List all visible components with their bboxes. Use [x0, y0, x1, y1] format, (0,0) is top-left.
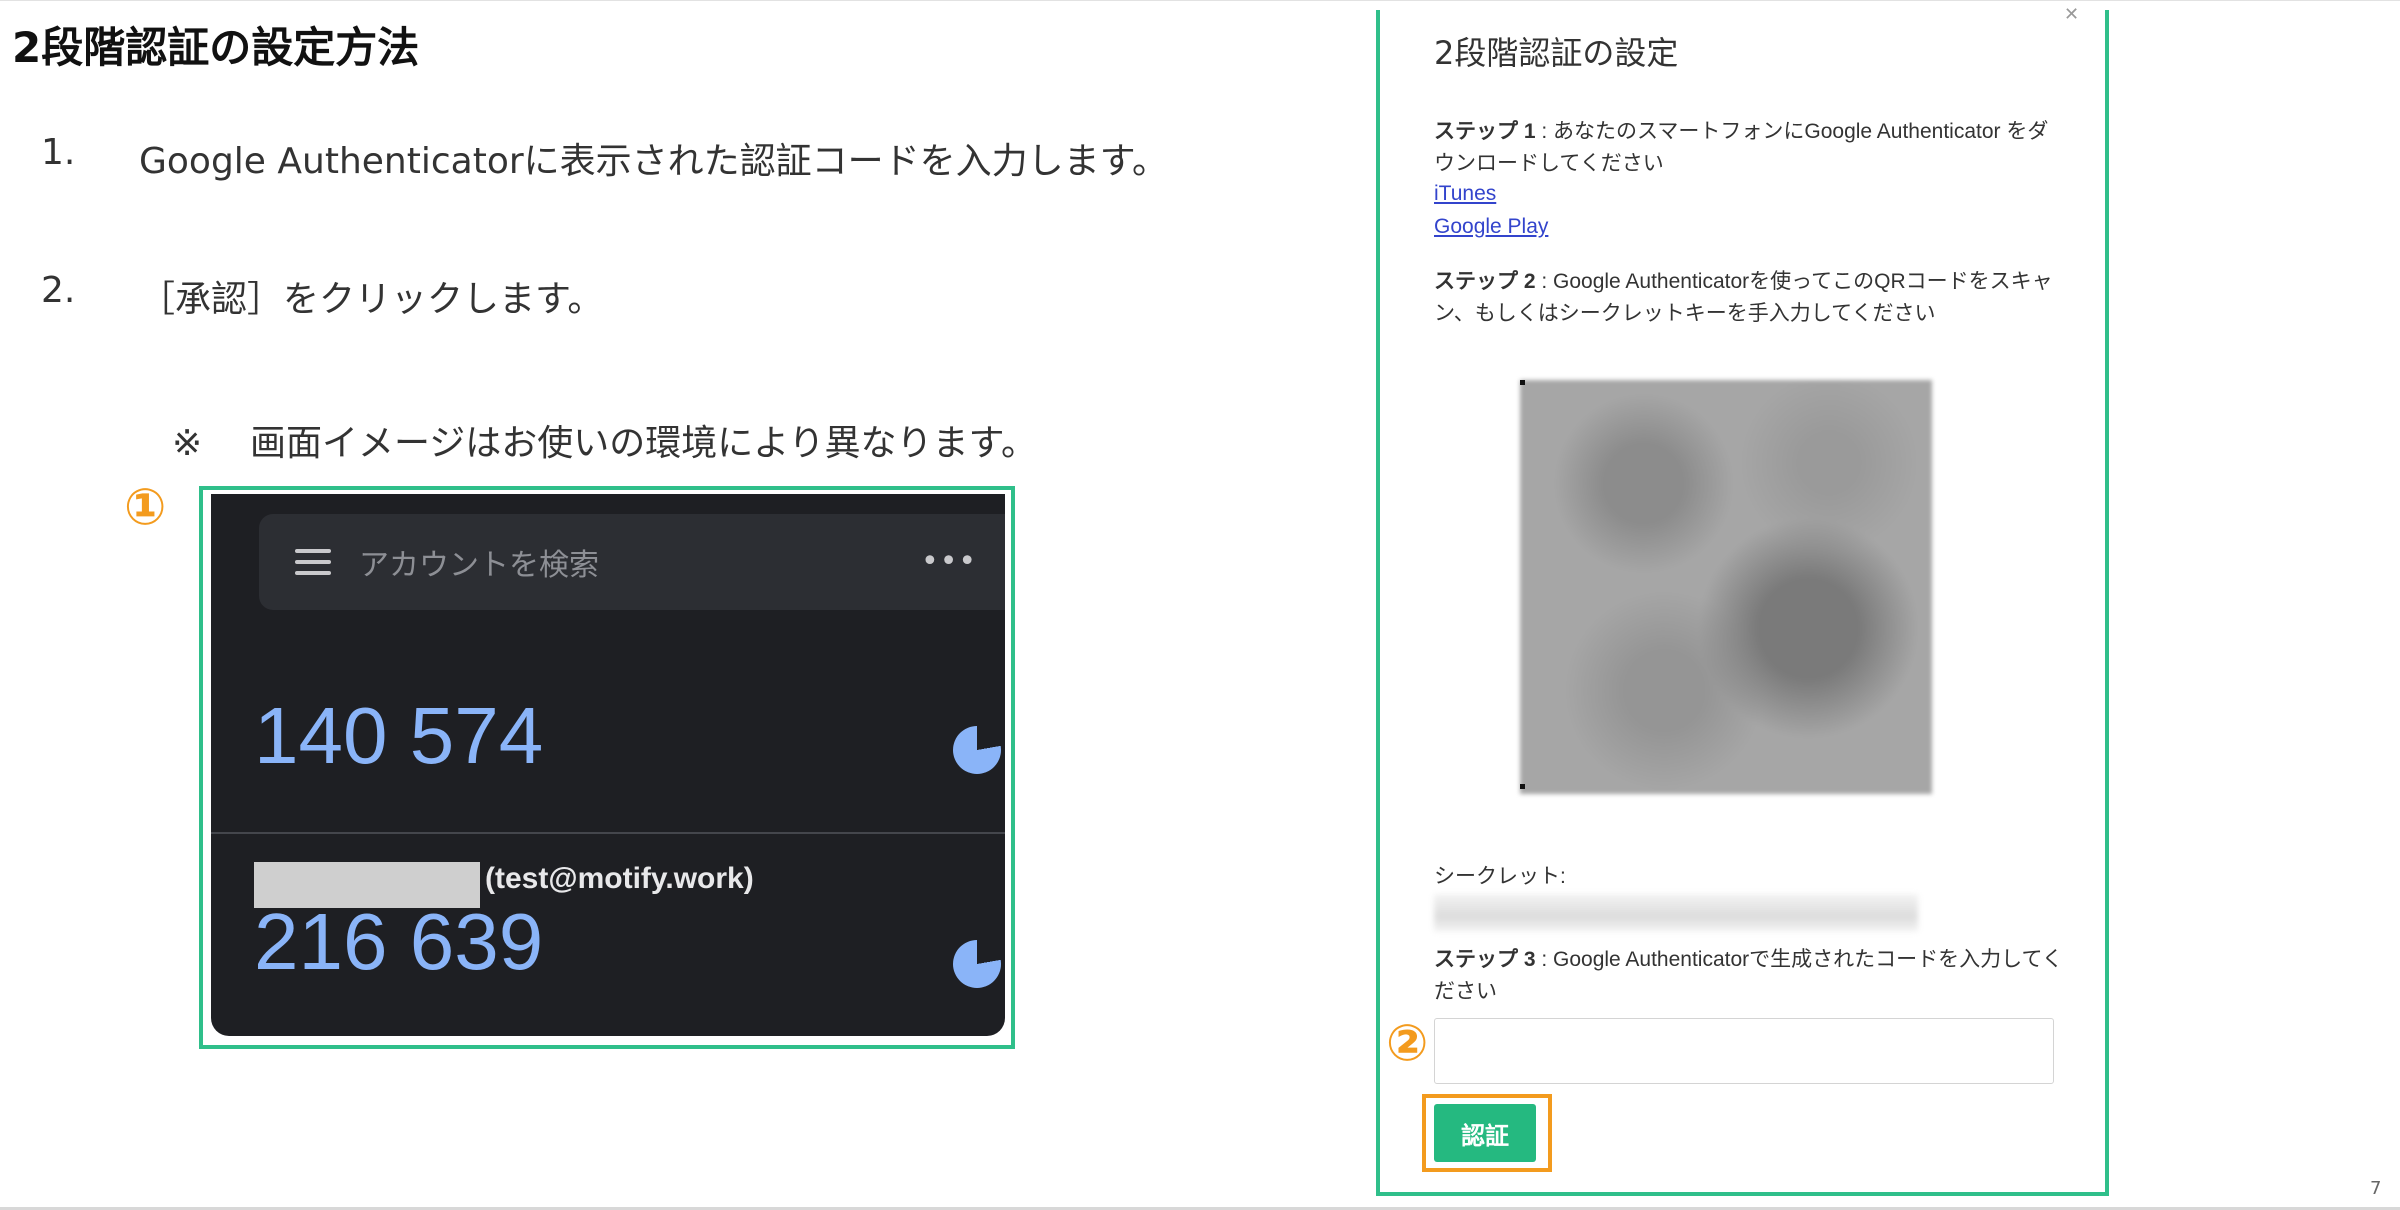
countdown-timer-icon: [953, 940, 1001, 988]
two-factor-setup-dialog: ✕ 2段階認証の設定 ステップ 1 : あなたのスマートフォンにGoogle A…: [1376, 4, 2109, 1196]
callout-marker-2: ②: [1386, 1014, 1429, 1072]
account-email: (test@motify.work): [485, 862, 754, 895]
page-title: 2段階認証の設定方法: [12, 23, 420, 72]
callout-marker-1: ①: [124, 478, 167, 536]
step-label: ステップ 2: [1434, 270, 1536, 293]
redacted-secret-key: [1434, 894, 1918, 932]
authenticator-screenshot: アカウントを検索 ••• 140 574 (test@motify.work) …: [199, 486, 1015, 1049]
instruction-step-2: 2. ［承認］をクリックします。: [41, 270, 1281, 320]
qr-code-image: [1520, 380, 1932, 794]
qr-corner-mark: [1520, 380, 1525, 385]
close-icon[interactable]: ✕: [2064, 4, 2079, 25]
step-text: Google Authenticatorに表示された認証コードを入力します。: [139, 141, 1169, 182]
account-divider: [211, 832, 1005, 834]
search-placeholder: アカウントを検索: [359, 548, 599, 583]
hamburger-menu-icon[interactable]: [295, 549, 331, 575]
qr-corner-mark: [1520, 784, 1525, 789]
step-number: 2.: [41, 270, 76, 311]
step-text: ［承認］をクリックします。: [139, 279, 604, 320]
step-label: ステップ 1: [1434, 120, 1536, 143]
instruction-step-1: 1. Google Authenticatorに表示された認証コードを入力します…: [41, 132, 1281, 182]
auth-code-1: 140 574: [254, 691, 544, 780]
itunes-link[interactable]: iTunes: [1434, 182, 1496, 206]
more-options-icon[interactable]: •••: [921, 544, 977, 579]
dialog-title: 2段階認証の設定: [1434, 34, 1679, 72]
secret-label: シークレット:: [1434, 865, 1566, 888]
step-label: ステップ 3: [1434, 948, 1536, 971]
dialog-step-1: ステップ 1 : あなたのスマートフォンにGoogle Authenticato…: [1434, 116, 2064, 180]
google-play-link[interactable]: Google Play: [1434, 215, 1548, 239]
account-search-bar[interactable]: アカウントを検索 •••: [259, 514, 1005, 610]
verify-button[interactable]: 認証: [1434, 1104, 1536, 1162]
dialog-step-2: ステップ 2 : Google Authenticatorを使ってこのQRコード…: [1434, 266, 2064, 330]
page-number: 7: [2370, 1178, 2382, 1199]
top-rule: [0, 0, 2400, 1]
countdown-timer-icon: [953, 726, 1001, 774]
step-number: 1.: [41, 132, 76, 173]
note-text: 画面イメージはお使いの環境により異なります。: [250, 423, 1037, 464]
environment-note: ※ 画面イメージはお使いの環境により異なります。: [172, 414, 1037, 466]
dialog-step-3: ステップ 3 : Google Authenticatorで生成されたコードを入…: [1434, 944, 2064, 1008]
authenticator-app-screen: アカウントを検索 ••• 140 574 (test@motify.work) …: [211, 494, 1005, 1036]
verification-code-input[interactable]: [1434, 1018, 2054, 1084]
auth-code-2: 216 639: [254, 897, 544, 986]
note-mark: ※: [172, 423, 203, 464]
